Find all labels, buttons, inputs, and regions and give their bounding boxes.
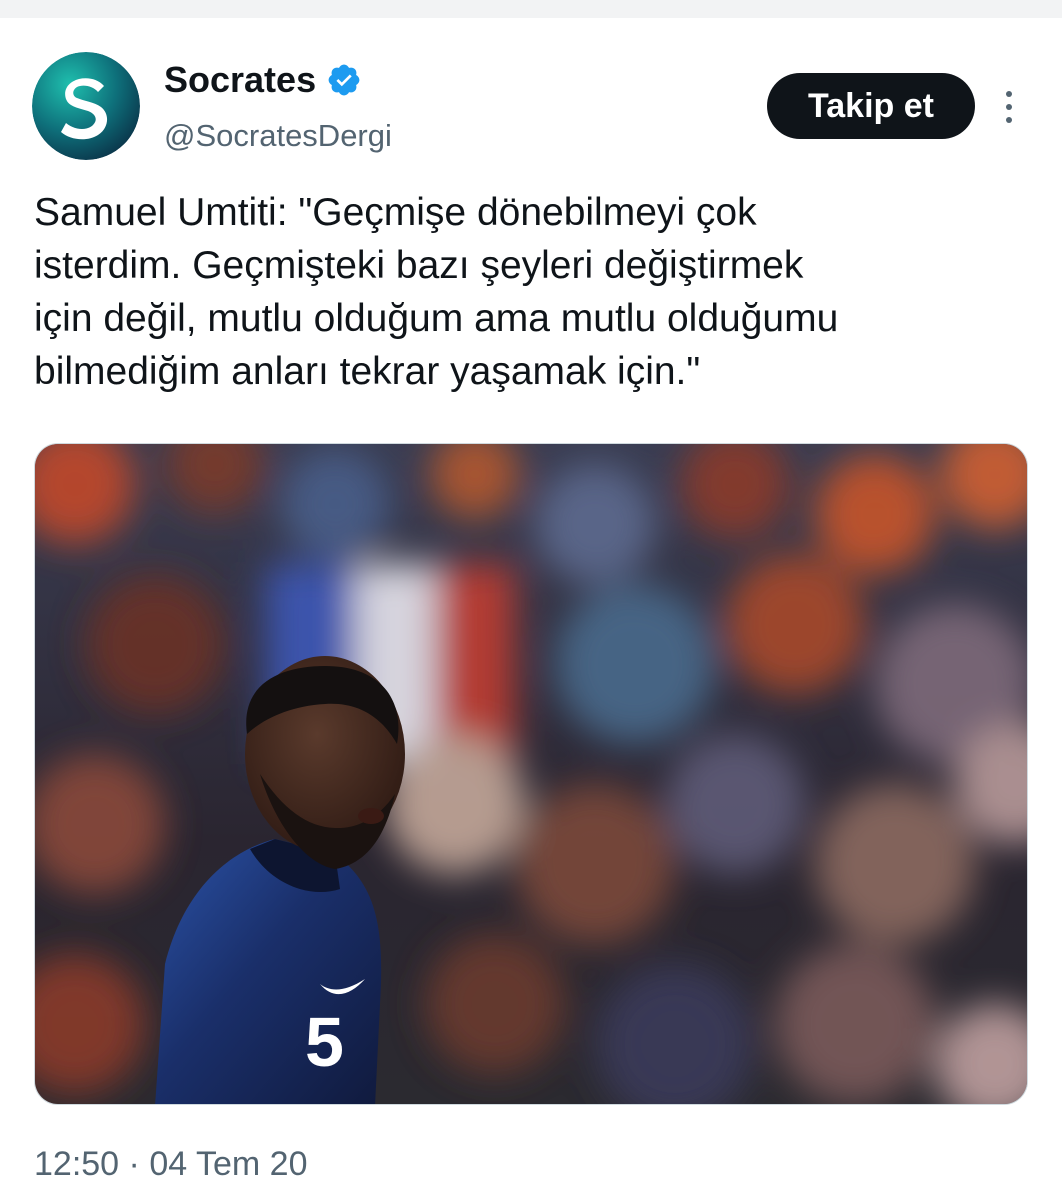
socrates-logo-icon xyxy=(32,52,140,160)
tweet-text: Samuel Umtiti: "Geçmişe dönebilmeyi çok … xyxy=(34,191,839,393)
more-options-button[interactable] xyxy=(992,84,1026,130)
more-vertical-icon xyxy=(1006,91,1012,97)
tweet-date: 04 Tem 20 xyxy=(149,1145,308,1183)
avatar[interactable] xyxy=(32,52,140,160)
tweet-timestamp[interactable]: 12:50 · 04 Tem 20 xyxy=(34,1142,307,1186)
timestamp-separator: · xyxy=(128,1145,140,1183)
tweet-time: 12:50 xyxy=(34,1145,120,1183)
display-name[interactable]: Socrates xyxy=(164,58,316,102)
follow-button[interactable]: Takip et xyxy=(767,73,975,139)
tweet-media-photo[interactable]: 5 xyxy=(34,443,1028,1105)
display-name-row: Socrates xyxy=(164,58,362,102)
photo-player-in-stadium: 5 xyxy=(35,444,1027,1104)
jersey-number: 5 xyxy=(305,1003,344,1081)
user-handle[interactable]: @SocratesDergi xyxy=(164,116,392,156)
verified-badge-icon xyxy=(326,62,362,98)
top-strip xyxy=(0,0,1062,18)
